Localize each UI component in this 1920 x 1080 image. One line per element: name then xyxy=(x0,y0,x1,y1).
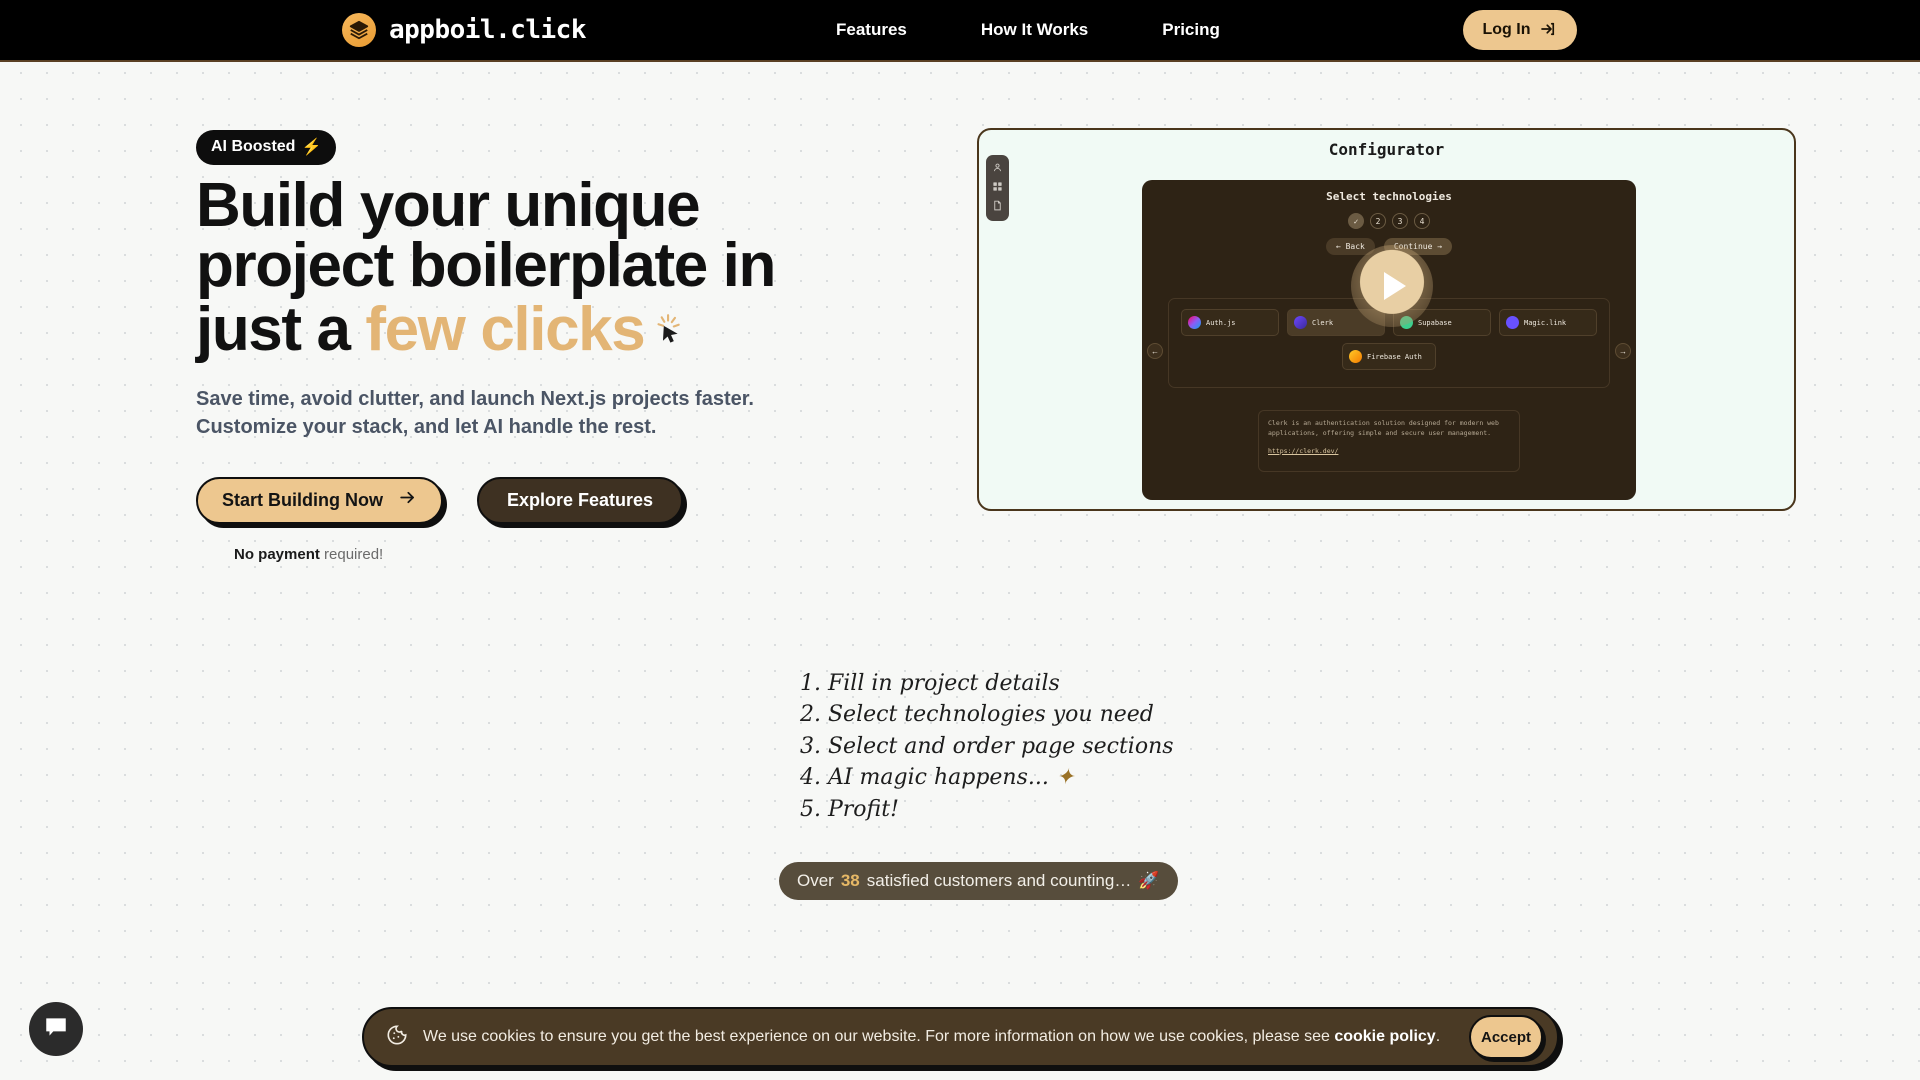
step-2[interactable]: 2 xyxy=(1370,213,1386,229)
cookie-banner-text: We use cookies to ensure you get the bes… xyxy=(423,1028,1454,1046)
rocket-icon: 🚀 xyxy=(1138,871,1160,890)
hero-subtitle: Save time, avoid clutter, and launch Nex… xyxy=(196,388,754,438)
customers-badge: Over 38 satisfied customers and counting… xyxy=(779,862,1178,900)
customers-prefix: Over xyxy=(797,871,834,890)
step-1[interactable]: ✓ xyxy=(1348,213,1364,229)
step-4[interactable]: 4 xyxy=(1414,213,1430,229)
tech-card[interactable]: Auth.js xyxy=(1181,309,1279,336)
customers-count: 38 xyxy=(840,871,860,890)
chat-bubble-icon xyxy=(43,1014,69,1045)
explore-features-button[interactable]: Explore Features xyxy=(477,476,684,524)
list-item: 4. AI magic happens... ✦ xyxy=(800,762,1174,793)
page-title: Build your unique project boilerplate in… xyxy=(196,171,886,361)
document-icon[interactable] xyxy=(992,198,1003,216)
cookie-banner: We use cookies to ensure you get the bes… xyxy=(362,1007,1559,1067)
configurator-screen: Select technologies ✓ 2 3 4 ← Back Conti… xyxy=(1142,180,1636,500)
cookie-icon xyxy=(386,1024,408,1051)
tech-card-label: Magic.link xyxy=(1524,318,1567,327)
tech-description-box: Clerk is an authentication solution desi… xyxy=(1258,410,1520,472)
accept-cookies-button[interactable]: Accept xyxy=(1469,1015,1543,1059)
ai-boosted-badge: AI Boosted ⚡ xyxy=(196,130,337,165)
click-cursor-icon xyxy=(650,296,684,356)
play-triangle xyxy=(1384,272,1406,300)
tech-card[interactable]: Magic.link xyxy=(1499,309,1597,336)
tech-logo-icon xyxy=(1349,350,1362,363)
list-item-label: 4. AI magic happens... xyxy=(800,765,1049,791)
user-icon[interactable] xyxy=(992,160,1003,178)
tech-description-link[interactable]: https://clerk.dev/ xyxy=(1268,447,1510,455)
start-building-now-button[interactable]: Start Building Now xyxy=(196,476,443,524)
tech-card-row-secondary: Firebase Auth xyxy=(1169,343,1609,370)
brand-name: appboil.click xyxy=(389,15,587,45)
video-preview-panel[interactable]: Configurator Select technologies ✓ 2 3 4… xyxy=(977,128,1796,511)
tech-card-label: Auth.js xyxy=(1206,318,1236,327)
list-item: 1. Fill in project details xyxy=(800,671,1060,696)
list-item: 5. Profit! xyxy=(800,796,899,822)
headline-line-1: Build your unique xyxy=(196,171,701,240)
nav-link-how-it-works[interactable]: How It Works xyxy=(981,20,1088,40)
list-item: 3. Select and order page sections xyxy=(800,733,1174,759)
explore-features-label: Explore Features xyxy=(507,489,654,510)
grid-icon[interactable] xyxy=(992,179,1003,197)
no-payment-note-bold: No payment xyxy=(234,545,320,563)
headline-line-3: just a few clicks xyxy=(196,296,886,361)
hero-left-column: AI Boosted ⚡ Build your unique project b… xyxy=(196,130,886,563)
nav-link-features[interactable]: Features xyxy=(836,20,907,40)
headline-line-3-plain: just a xyxy=(196,295,366,365)
tech-logo-icon xyxy=(1188,316,1201,329)
layers-icon xyxy=(342,13,376,47)
lightning-icon: ⚡ xyxy=(301,139,322,156)
tech-card[interactable]: Firebase Auth xyxy=(1342,343,1436,370)
play-icon[interactable] xyxy=(1351,245,1433,327)
start-building-now-label: Start Building Now xyxy=(222,489,383,510)
brand[interactable]: appboil.click xyxy=(342,13,587,47)
top-navbar: appboil.click Features How It Works Pric… xyxy=(0,0,1920,62)
nav-links: Features How It Works Pricing xyxy=(836,20,1220,40)
cookie-text-after: . xyxy=(1435,1028,1441,1045)
list-item: 2. Select technologies you need xyxy=(800,702,1154,728)
login-button[interactable]: Log In xyxy=(1463,10,1577,50)
nav-link-pricing[interactable]: Pricing xyxy=(1162,20,1220,40)
configurator-title: Select technologies xyxy=(1326,190,1452,203)
ai-boosted-badge-label: AI Boosted xyxy=(211,138,296,155)
hero-cta-row: Start Building Now Explore Features xyxy=(196,476,886,524)
how-it-works-steps: 1. Fill in project details 2. Select tec… xyxy=(800,668,1174,825)
login-arrow-icon xyxy=(1539,20,1557,41)
chat-widget-button[interactable] xyxy=(29,1002,83,1056)
headline-line-2: project boilerplate in xyxy=(196,231,776,301)
cookie-text-before: We use cookies to ensure you get the bes… xyxy=(423,1028,1335,1045)
arrow-right-icon xyxy=(398,488,417,512)
step-indicator: ✓ 2 3 4 xyxy=(1142,213,1636,229)
panel-title: Configurator xyxy=(1328,140,1445,159)
tech-logo-icon xyxy=(1294,316,1307,329)
carousel-next-button[interactable]: → xyxy=(1615,343,1631,359)
tech-card-label: Supabase xyxy=(1418,318,1452,327)
customers-suffix: satisfied customers and counting… xyxy=(866,871,1132,890)
tech-logo-icon xyxy=(1506,316,1519,329)
carousel-prev-button[interactable]: ← xyxy=(1147,343,1163,359)
no-payment-note-rest: required! xyxy=(319,545,384,563)
login-button-label: Log In xyxy=(1482,21,1531,38)
headline-accent: few clicks xyxy=(365,295,645,365)
panel-sidebar xyxy=(986,155,1009,221)
step-3[interactable]: 3 xyxy=(1392,213,1408,229)
tech-card-label: Firebase Auth xyxy=(1367,352,1422,361)
sparkle-icon: ✦ xyxy=(1055,765,1075,791)
tech-description-text: Clerk is an authentication solution desi… xyxy=(1268,419,1499,438)
cookie-policy-link[interactable]: cookie policy xyxy=(1334,1028,1435,1045)
tech-card-label: Clerk xyxy=(1312,318,1334,327)
no-payment-note: No payment required! xyxy=(234,546,886,563)
